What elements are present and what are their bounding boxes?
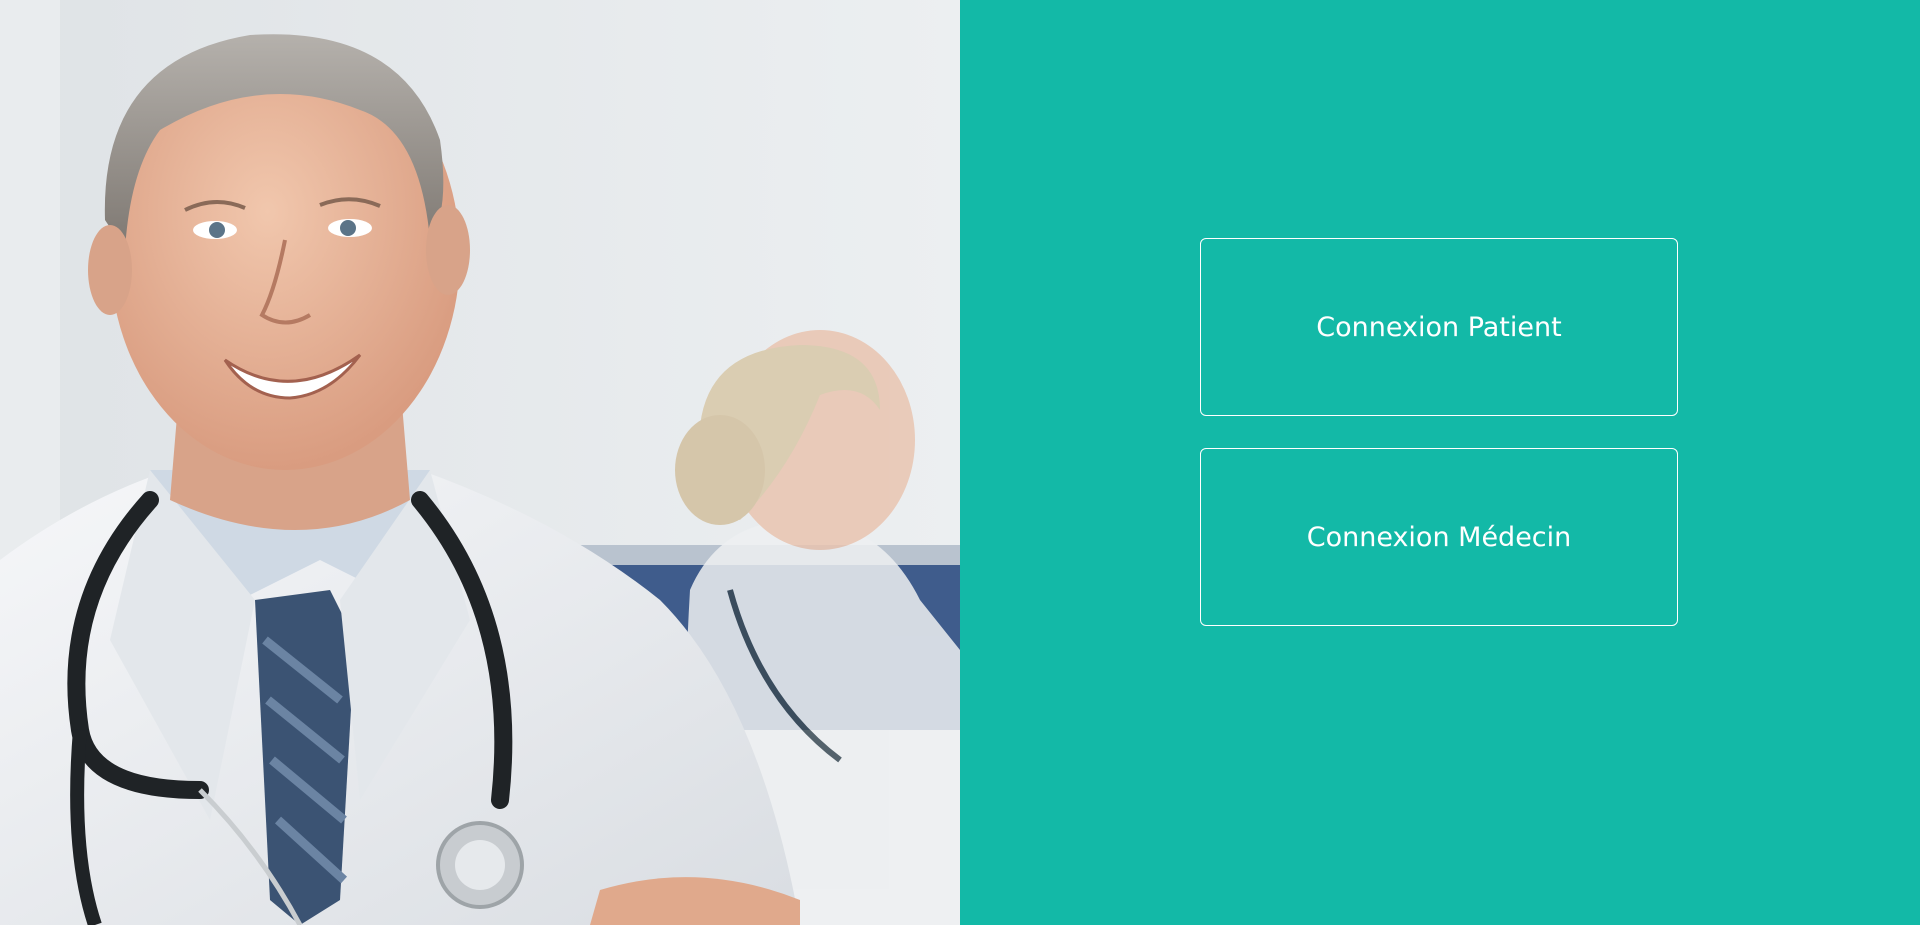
doctor-photo bbox=[0, 0, 960, 925]
landing-page: Connexion Patient Connexion Médecin bbox=[0, 0, 1920, 925]
doctor-login-button[interactable]: Connexion Médecin bbox=[1200, 448, 1678, 626]
login-panel: Connexion Patient Connexion Médecin bbox=[960, 0, 1920, 925]
patient-login-button[interactable]: Connexion Patient bbox=[1200, 238, 1678, 416]
